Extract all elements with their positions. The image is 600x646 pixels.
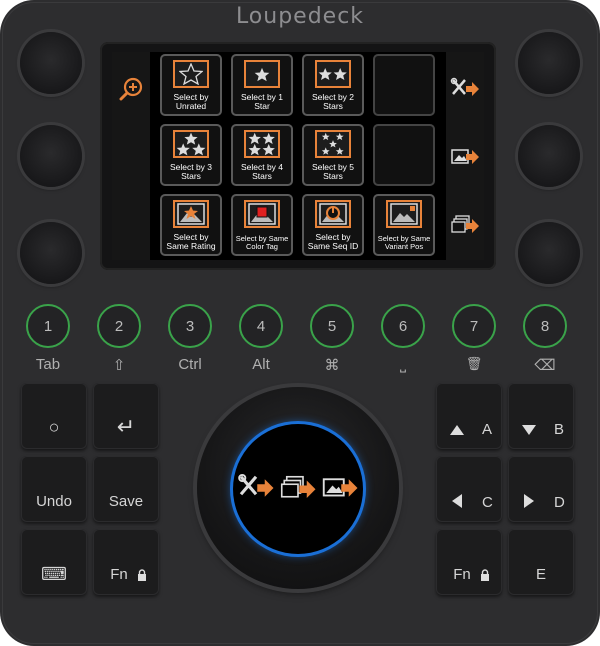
right-knob-middle[interactable] xyxy=(518,125,580,187)
cell-label: Select by Unrated xyxy=(173,92,209,111)
keyboard-key[interactable]: ⌨ xyxy=(21,529,87,595)
image-variant-icon xyxy=(386,200,422,228)
right-knob-bottom[interactable] xyxy=(518,222,580,284)
key-letter-c: C xyxy=(482,494,493,511)
key-letter-e: E xyxy=(535,565,546,583)
circle-icon: ○ xyxy=(48,416,60,437)
cell-select-5-stars[interactable]: Select by 5 Stars xyxy=(302,124,364,186)
enter-key[interactable]: ↵ xyxy=(93,383,159,449)
up-key[interactable]: A xyxy=(436,383,502,449)
e-key[interactable]: E xyxy=(508,529,574,595)
cell-label: Select by Same Color Tag xyxy=(235,234,289,251)
brand-logo: Loupedeck xyxy=(235,4,365,29)
cell-empty[interactable] xyxy=(373,124,435,186)
left-key[interactable]: C xyxy=(436,456,502,522)
image-sequence-icon xyxy=(315,200,351,228)
dial-icon-row xyxy=(233,468,363,508)
image-arrow-icon[interactable] xyxy=(450,142,480,172)
cell-label: Select by Same Variant Pos xyxy=(377,234,431,251)
tools-arrow-icon[interactable] xyxy=(450,74,480,104)
cell-select-2-stars[interactable]: Select by 2 Stars xyxy=(302,54,364,116)
button-4[interactable]: 4 xyxy=(239,304,283,348)
two-stars-icon xyxy=(315,60,351,88)
label-backspace: ⌫ xyxy=(534,357,556,374)
button-8[interactable]: 8 xyxy=(523,304,567,348)
cell-select-same-color-tag[interactable]: Select by Same Color Tag xyxy=(231,194,293,256)
label-command: ⌘ xyxy=(324,357,340,374)
four-stars-icon xyxy=(244,130,280,158)
outline-star-icon xyxy=(173,60,209,88)
enter-icon: ↵ xyxy=(116,414,136,439)
cell-label: Select by 3 Stars xyxy=(169,162,213,181)
cell-select-unrated[interactable]: Select by Unrated xyxy=(160,54,222,116)
cell-select-1-star[interactable]: Select by 1 Star xyxy=(231,54,293,116)
circle-key[interactable]: ○ xyxy=(21,383,87,449)
button-2[interactable]: 2 xyxy=(97,304,141,348)
down-arrow-icon xyxy=(522,425,536,435)
three-stars-icon xyxy=(173,130,209,158)
cell-select-same-seq-id[interactable]: Select by Same Seq ID xyxy=(302,194,364,256)
lock-icon xyxy=(138,569,146,581)
key-letter-a: A xyxy=(482,421,493,438)
fn-key-left[interactable]: Fn xyxy=(93,529,159,595)
screen-right-column xyxy=(446,52,484,260)
key-letter-d: D xyxy=(554,494,565,511)
down-key[interactable]: B xyxy=(508,383,574,449)
cell-label: Select by Same Rating xyxy=(166,232,216,251)
up-arrow-icon xyxy=(450,425,464,435)
label-shift: ⇧ xyxy=(112,357,126,374)
left-arrow-icon xyxy=(452,494,462,508)
lock-icon xyxy=(481,569,489,581)
undo-label: Undo xyxy=(36,492,72,510)
key-letter-b: B xyxy=(554,421,565,438)
image-color-tag-icon xyxy=(244,200,280,228)
cell-label: Select by 4 Stars xyxy=(240,162,284,181)
right-arrow-icon xyxy=(524,494,534,508)
screen-left-column xyxy=(112,52,150,260)
stack-arrow-icon[interactable] xyxy=(278,473,318,503)
cell-label: Select by 1 Star xyxy=(240,92,284,111)
right-knob-top[interactable] xyxy=(518,32,580,94)
cell-label: Select by Same Seq ID xyxy=(307,232,359,251)
image-arrow-icon[interactable] xyxy=(320,473,360,503)
cell-empty[interactable] xyxy=(373,54,435,116)
fn-key-right[interactable]: Fn xyxy=(436,529,502,595)
label-space: ⎵ xyxy=(399,356,406,373)
one-star-icon xyxy=(244,60,280,88)
button-7[interactable]: 7 xyxy=(452,304,496,348)
button-3[interactable]: 3 xyxy=(168,304,212,348)
cell-select-4-stars[interactable]: Select by 4 Stars xyxy=(231,124,293,186)
save-key[interactable]: Save xyxy=(93,456,159,522)
label-tab: Tab xyxy=(35,356,61,373)
cell-select-same-rating[interactable]: Select by Same Rating xyxy=(160,194,222,256)
touch-screen: Select by Unrated Select by 1 Star Select … xyxy=(112,52,484,260)
left-knob-bottom[interactable] xyxy=(20,222,82,284)
five-stars-icon xyxy=(315,130,351,158)
image-star-icon xyxy=(173,200,209,228)
right-key[interactable]: D xyxy=(508,456,574,522)
label-trash: 🗑 xyxy=(465,356,483,371)
undo-key[interactable]: Undo xyxy=(21,456,87,522)
tools-arrow-icon[interactable] xyxy=(236,473,276,503)
zoom-in-icon[interactable] xyxy=(116,74,146,104)
button-5[interactable]: 5 xyxy=(310,304,354,348)
button-6[interactable]: 6 xyxy=(381,304,425,348)
cell-label: Select by 2 Stars xyxy=(311,92,355,111)
cell-label: Select by 5 Stars xyxy=(311,162,355,181)
fn-label: Fn xyxy=(110,565,128,583)
left-knob-top[interactable] xyxy=(20,32,82,94)
label-alt: Alt xyxy=(252,356,270,373)
cell-select-3-stars[interactable]: Select by 3 Stars xyxy=(160,124,222,186)
button-1[interactable]: 1 xyxy=(26,304,70,348)
stack-arrow-icon[interactable] xyxy=(450,210,480,240)
save-label: Save xyxy=(108,492,144,510)
keyboard-icon: ⌨ xyxy=(41,563,67,584)
fn-label: Fn xyxy=(453,565,471,583)
cell-select-same-variant-pos[interactable]: Select by Same Variant Pos xyxy=(373,194,435,256)
loupedeck-device: Loupedeck Select by Unrated Select by 1 … xyxy=(0,0,600,646)
left-knob-middle[interactable] xyxy=(20,125,82,187)
label-ctrl: Ctrl xyxy=(178,356,202,373)
